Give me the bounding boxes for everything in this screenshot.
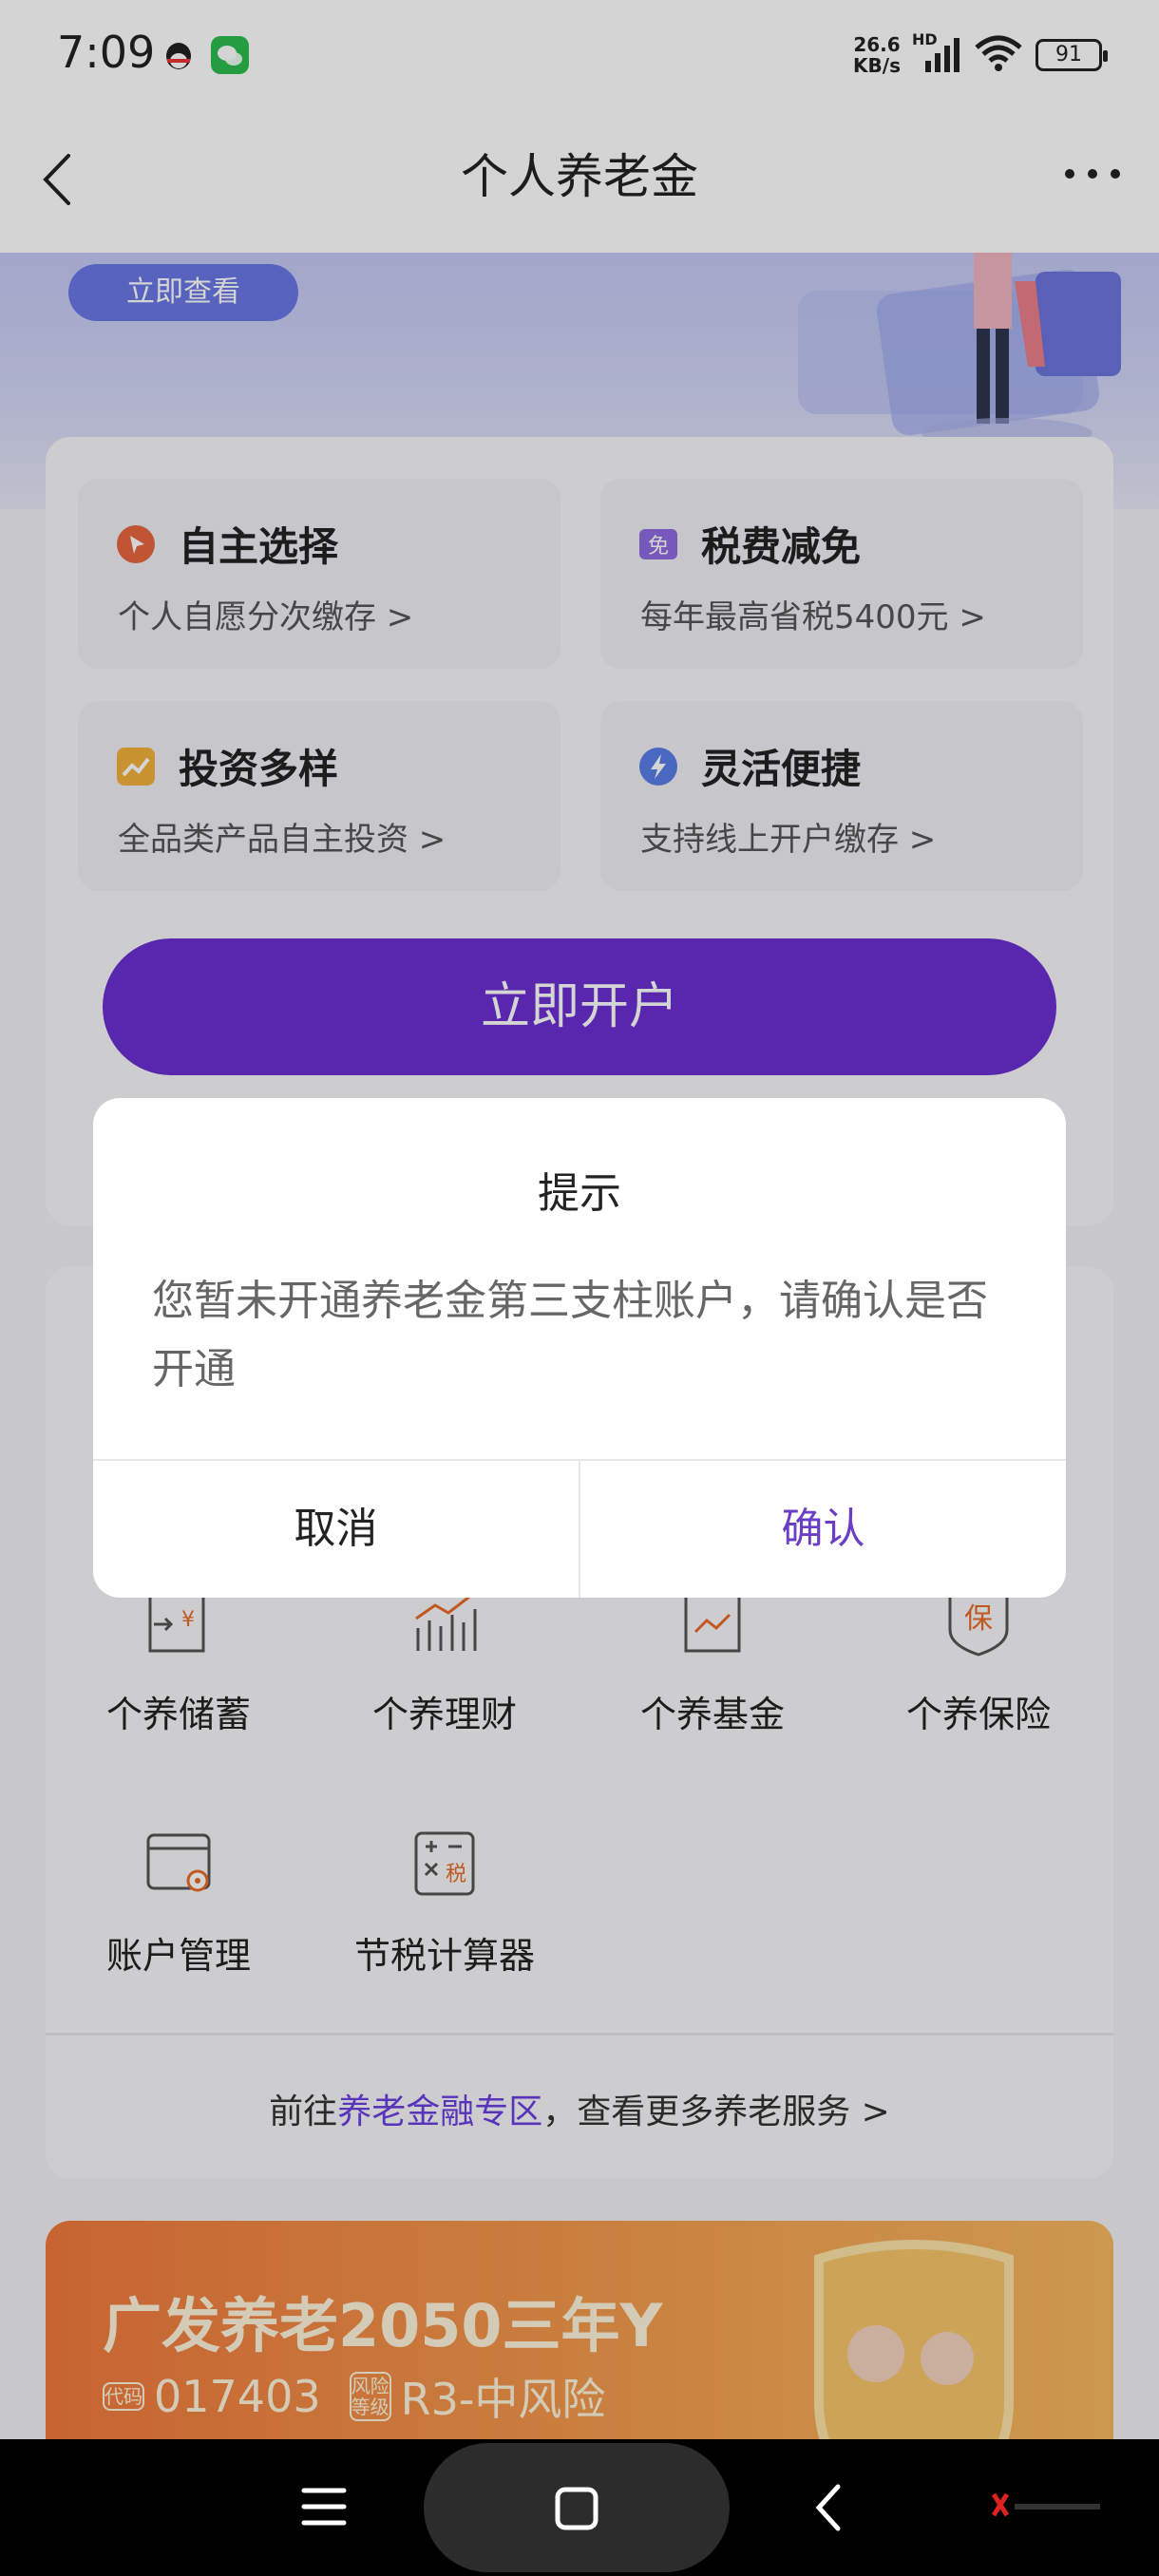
confirm-button[interactable]: 确认	[580, 1461, 1066, 1598]
dialog-title: 提示	[538, 1169, 621, 1218]
system-nav-bar	[0, 2439, 1159, 2576]
watermark-logo	[991, 2492, 1100, 2517]
dialog-message: 您暂未开通养老金第三支柱账户，请确认是否开通	[152, 1277, 988, 1393]
menu-icon[interactable]	[300, 2485, 348, 2529]
home-button[interactable]	[424, 2443, 730, 2572]
home-square-icon	[555, 2487, 598, 2530]
dialog-actions: 取消 确认	[93, 1459, 1066, 1598]
cancel-button[interactable]: 取消	[93, 1461, 580, 1598]
back-nav-icon[interactable]	[809, 2481, 847, 2534]
confirm-dialog: 提示 您暂未开通养老金第三支柱账户，请确认是否开通 取消 确认	[93, 1098, 1066, 1598]
